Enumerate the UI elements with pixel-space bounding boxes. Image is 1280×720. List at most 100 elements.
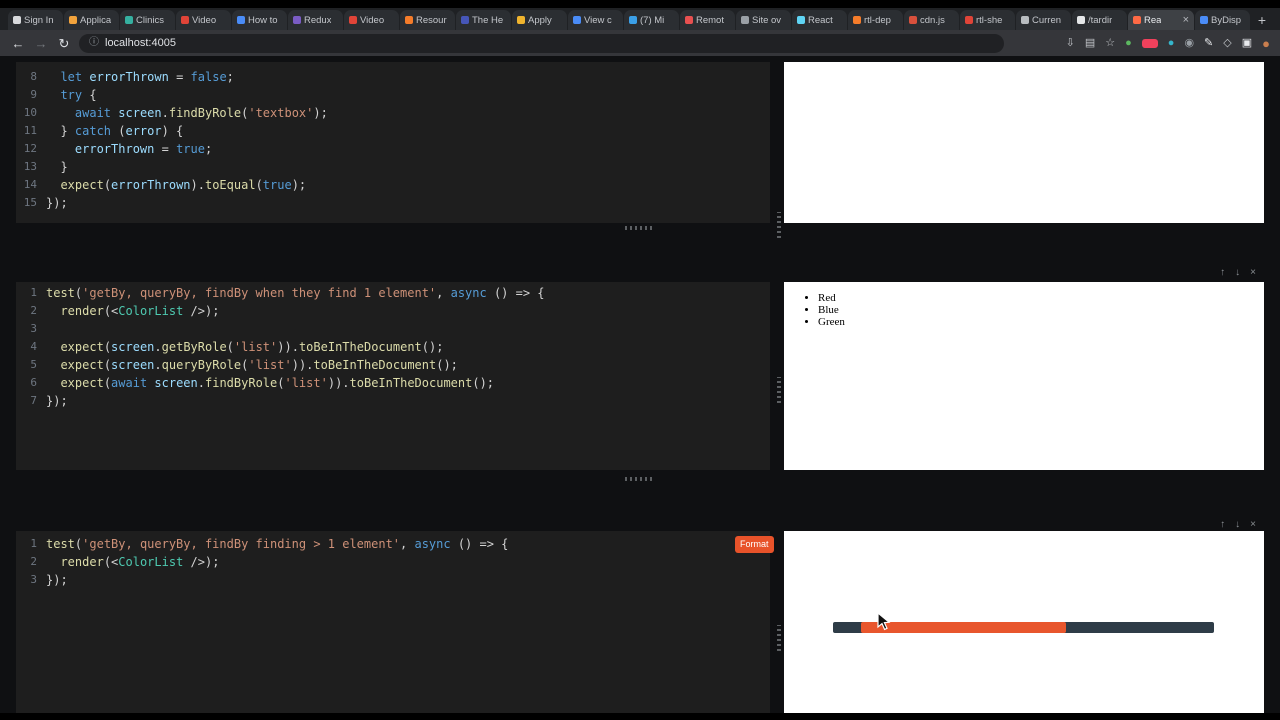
move-down-button[interactable]: ↓ <box>1235 267 1240 279</box>
tab-favicon <box>685 16 693 24</box>
reload-icon[interactable]: ↻ <box>56 37 72 50</box>
tab-label: ByDisp <box>1211 14 1242 26</box>
preview-pane-1 <box>784 62 1264 223</box>
browser-tab[interactable]: /tardir <box>1072 10 1127 30</box>
browser-tab[interactable]: Sign In <box>8 10 63 30</box>
extension-green-icon[interactable]: ● <box>1125 37 1132 49</box>
browser-tab[interactable]: Curren <box>1016 10 1071 30</box>
tab-label: Sign In <box>24 14 54 26</box>
move-down-button[interactable]: ↓ <box>1235 519 1240 531</box>
back-icon[interactable]: ← <box>10 37 26 50</box>
address-bar[interactable]: ⓘ localhost:4005 <box>79 33 1004 53</box>
delete-cell-button[interactable]: × <box>1250 267 1256 279</box>
reading-list-icon[interactable]: ▤ <box>1085 37 1095 49</box>
browser-tab[interactable]: View c <box>568 10 623 30</box>
code-line: 10 await screen.findByRole('textbox'); <box>16 104 770 122</box>
browser-tab[interactable]: How to <box>232 10 287 30</box>
info-icon[interactable]: ⓘ <box>89 38 99 48</box>
code-editor-1[interactable]: 78 let errorThrown = false;9 try {10 awa… <box>16 62 770 223</box>
code-line-text: test('getBy, queryBy, findBy finding > 1… <box>46 537 509 551</box>
downloads-icon[interactable]: ⇩ <box>1066 37 1075 49</box>
browser-tab[interactable]: Rea × <box>1128 10 1194 30</box>
browser-tab[interactable]: Video <box>344 10 399 30</box>
toolbar-icons: ⇩ ▤ ☆ ● ● ◉ ✎ ◇ ▣ ● <box>1066 37 1270 50</box>
code-line: 11 } catch (error) { <box>16 122 770 140</box>
tab-favicon <box>69 16 77 24</box>
browser-tab[interactable]: rtl-dep <box>848 10 903 30</box>
editor-preview-resize-handle[interactable] <box>777 212 781 238</box>
code-line: 6 expect(await screen.findByRole('list')… <box>16 374 770 392</box>
browser-tab[interactable]: Redux <box>288 10 343 30</box>
browser-tab[interactable]: Remot <box>680 10 735 30</box>
tab-favicon <box>1200 16 1208 24</box>
code-line-text: }); <box>46 573 68 587</box>
bookmark-star-icon[interactable]: ☆ <box>1105 37 1115 49</box>
new-tab-button[interactable]: + <box>1251 10 1273 30</box>
tab-favicon <box>573 16 581 24</box>
tab-label: Rea <box>1144 14 1162 26</box>
pencil-icon[interactable]: ✎ <box>1204 37 1213 49</box>
code-line: 9 try { <box>16 86 770 104</box>
browser-tab[interactable]: Resour <box>400 10 455 30</box>
tab-label: Apply <box>528 14 552 26</box>
code-line: 4 expect(screen.getByRole('list')).toBeI… <box>16 338 770 356</box>
format-button[interactable]: Format <box>735 536 774 553</box>
tab-label: How to <box>248 14 278 26</box>
tab-label: (7) Mi <box>640 14 665 26</box>
profile-avatar[interactable]: ● <box>1262 37 1270 50</box>
code-editor-2[interactable]: 1 test('getBy, queryBy, findBy when they … <box>16 282 770 470</box>
code-line: 7}); <box>16 392 770 410</box>
color-list-item: Red <box>818 292 1264 304</box>
overlay-icon[interactable]: ▣ <box>1242 37 1252 49</box>
color-list-item: Blue <box>818 304 1264 316</box>
beaker-icon[interactable]: ◇ <box>1223 37 1231 49</box>
browser-tab[interactable]: Apply <box>512 10 567 30</box>
cell-resize-handle[interactable] <box>625 477 655 481</box>
cell-resize-handle[interactable] <box>625 226 655 230</box>
code-editor-3[interactable]: 1 test('getBy, queryBy, findBy finding > … <box>16 531 770 713</box>
forward-icon[interactable]: → <box>33 37 49 50</box>
delete-cell-button[interactable]: × <box>1250 519 1256 531</box>
color-list-item: Green <box>818 316 1264 328</box>
browser-tab[interactable]: rtl-she <box>960 10 1015 30</box>
line-number: 1 <box>30 286 37 299</box>
browser-tab[interactable]: Clinics <box>120 10 175 30</box>
move-up-button[interactable]: ↑ <box>1220 267 1225 279</box>
browser-tab[interactable]: (7) Mi <box>624 10 679 30</box>
editor-preview-resize-handle[interactable] <box>777 377 781 403</box>
tab-favicon <box>1077 16 1085 24</box>
code-line-text: await screen.findByRole('textbox'); <box>74 106 328 120</box>
extension-gray-icon[interactable]: ◉ <box>1184 37 1194 49</box>
code-cell-1: 78 let errorThrown = false;9 try {10 awa… <box>0 62 1280 238</box>
code-line-text: }); <box>46 196 68 210</box>
cell-controls: ↑ ↓ × <box>1220 519 1256 531</box>
tab-label: rtl-she <box>976 14 1003 26</box>
line-number: 13 <box>23 160 37 173</box>
tab-label: Video <box>360 14 385 26</box>
tab-label: React <box>808 14 833 26</box>
editor-preview-resize-handle[interactable] <box>777 625 781 651</box>
line-number: 5 <box>30 358 37 371</box>
code-line-text: errorThrown = true; <box>74 142 213 156</box>
browser-tab[interactable]: Video <box>176 10 231 30</box>
line-number: 7 <box>30 394 37 407</box>
extension-pink-icon[interactable] <box>1141 38 1158 48</box>
tab-strip: Sign In Applica Clinics Video How to Redux Vid… <box>0 8 1280 30</box>
browser-tab[interactable]: cdn.js <box>904 10 959 30</box>
browser-tab[interactable]: React <box>792 10 847 30</box>
move-up-button[interactable]: ↑ <box>1220 519 1225 531</box>
tab-close-icon[interactable]: × <box>1183 14 1189 26</box>
code-line-text: render(<ColorList />); <box>60 555 220 569</box>
browser-tab[interactable]: The He <box>456 10 511 30</box>
code-line-text: try { <box>60 88 97 102</box>
extension-teal-icon[interactable]: ● <box>1168 37 1175 49</box>
code-line: 3 <box>16 320 770 338</box>
tab-favicon <box>237 16 245 24</box>
line-number: 2 <box>30 304 37 317</box>
code-cell-2: ↑ ↓ × 1 test('getBy, queryBy, findBy when… <box>0 265 1280 470</box>
tab-favicon <box>853 16 861 24</box>
tab-favicon <box>629 16 637 24</box>
browser-tab[interactable]: ByDisp <box>1195 10 1250 30</box>
browser-tab[interactable]: Site ov <box>736 10 791 30</box>
browser-tab[interactable]: Applica <box>64 10 119 30</box>
